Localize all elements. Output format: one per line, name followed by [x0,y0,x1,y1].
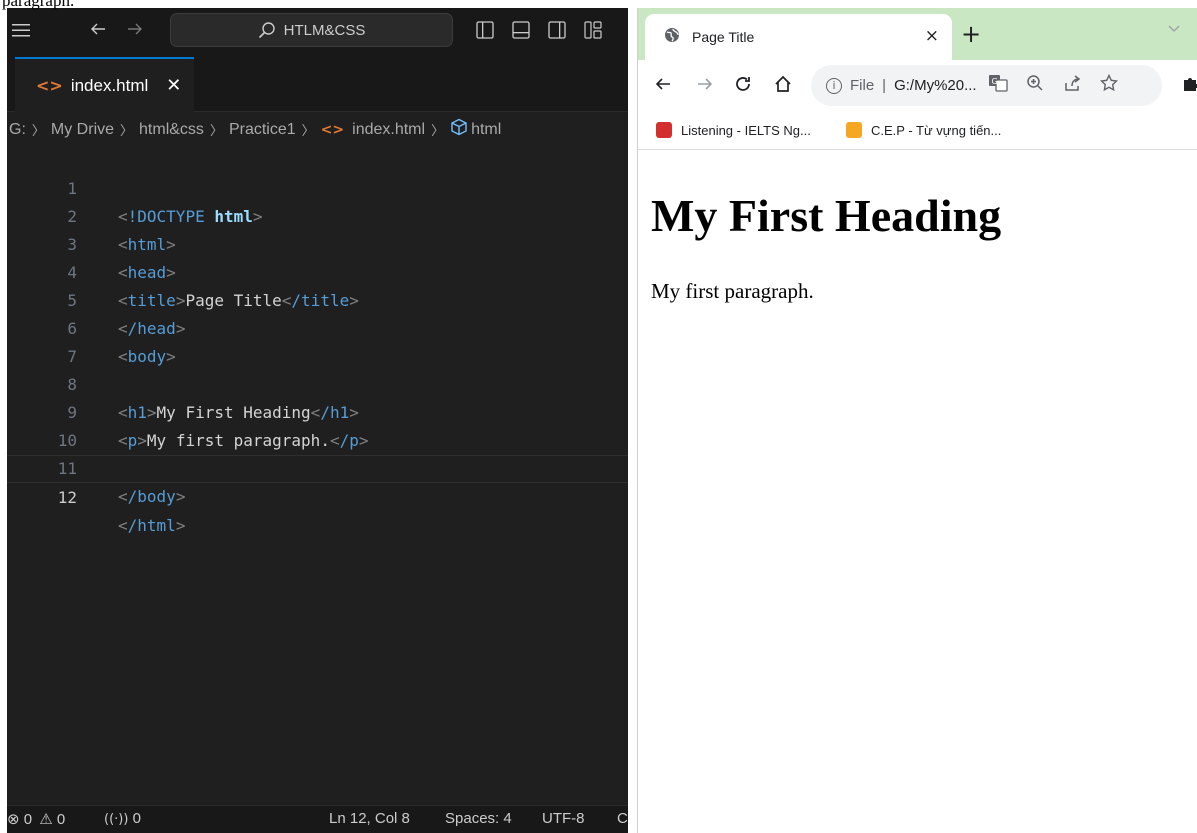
tag-name: /body [127,487,176,506]
page-paragraph: My first paragraph. [651,279,814,303]
reload-icon[interactable] [734,75,752,97]
screen: paragraph. HTLM&CSS <> index.html ✕ G: 〉… [0,0,1197,833]
vscode-window: HTLM&CSS <> index.html ✕ G: 〉 My Drive 〉… [7,8,628,833]
bookmark-label: C.E.P - Từ vựng tiến... [871,122,1002,138]
error-icon: ⊗ [7,810,20,828]
code-line: 2 <html> [7,175,628,254]
editor-tabbar: <> index.html ✕ [7,57,628,112]
command-center-search[interactable]: HTLM&CSS [170,13,453,47]
breadcrumb-folder[interactable]: html&css [139,121,204,139]
chevron-right-icon: 〉 [31,124,45,139]
html-file-icon: <> [36,76,63,95]
broadcast-icon: ((·)) [104,812,129,827]
ports-count: 0 [132,810,141,827]
home-icon[interactable] [774,75,792,97]
document-fragment-text: paragraph. [2,0,75,10]
current-code-line: 12 </html> [7,455,628,535]
code-line: 1 <!DOCTYPE html> [7,147,628,226]
forward-arrow-icon[interactable] [696,75,714,97]
code-line: 4 <title>Page Title</title> [7,231,628,310]
chevron-right-icon: 〉 [120,124,134,139]
page-heading: My First Heading [651,190,1002,241]
back-arrow-icon[interactable] [90,21,106,40]
code-line: 7 [7,315,628,366]
translate-icon[interactable]: G [988,74,1008,97]
toggle-primary-sidebar-icon[interactable] [476,21,494,39]
share-icon[interactable] [1063,74,1081,97]
search-icon [258,22,275,39]
chrome-tabstrip: Page Title × + [638,8,1197,60]
menu-icon[interactable] [12,22,30,41]
cep-favicon-icon [846,122,862,138]
url-scheme: File [850,77,875,94]
code-editor[interactable]: 1 <!DOCTYPE html> 2 <html> 3 <head> 4 <t… [7,147,628,813]
chevron-right-icon: 〉 [209,124,223,139]
bookmark-item[interactable]: Listening - IELTS Ng... [656,122,811,138]
zoom-icon[interactable] [1026,74,1044,97]
encoding[interactable]: UTF-8 [542,810,585,827]
chevron-right-icon: 〉 [431,124,445,139]
document-fragment: paragraph. [0,0,80,10]
ielts-favicon-icon [656,122,672,138]
customize-layout-icon[interactable] [584,21,602,39]
chrome-window: Page Title × + i File | G:/My%20... G Li… [637,8,1197,833]
problems-indicator[interactable]: ⊗ 0 ⚠ 0 [7,810,65,828]
code-line: 9 <p>My first paragraph.</p> [7,371,628,450]
eol[interactable]: CI [617,810,628,827]
error-count: 0 [23,811,33,828]
html-file-icon: <> [320,121,345,138]
breadcrumb-my-drive[interactable]: My Drive [51,121,114,139]
breadcrumb-subfolder[interactable]: Practice1 [229,121,296,139]
status-bar: ⊗ 0 ⚠ 0 ((·)) 0 Ln 12, Col 8 Spaces: 4 U… [7,805,628,833]
breadcrumb-file[interactable]: index.html [352,121,425,139]
close-tab-icon[interactable]: × [925,26,939,46]
bookmarks-bar: Listening - IELTS Ng... C.E.P - Từ vựng … [638,112,1197,150]
code-line: 11 </body> [7,427,628,506]
url-text: G:/My%20... [894,77,977,94]
symbol-element-icon [450,118,468,141]
bookmark-label: Listening - IELTS Ng... [681,122,811,138]
forward-arrow-icon[interactable] [127,21,143,40]
tab-label: index.html [70,75,149,95]
chevron-down-icon[interactable] [1168,20,1180,38]
code-line: 10 [7,399,628,450]
window-divider [628,0,637,833]
indentation[interactable]: Spaces: 4 [445,810,512,827]
chrome-toolbar: i File | G:/My%20... G [638,60,1197,112]
url-separator: | [882,77,887,94]
tab-index-html[interactable]: <> index.html ✕ [15,57,194,112]
chrome-tab[interactable]: Page Title × [645,14,952,60]
breadcrumb-drive[interactable]: G: [9,121,26,139]
tag-name: /html [127,516,176,535]
warning-icon: ⚠ [39,810,53,828]
breadcrumb: G: 〉 My Drive 〉 html&css 〉 Practice1 〉 <… [7,112,628,147]
extensions-puzzle-icon[interactable] [1182,74,1197,97]
info-icon[interactable]: i [826,77,842,94]
bookmark-item[interactable]: C.E.P - Từ vựng tiến... [846,122,1001,138]
toggle-secondary-sidebar-icon[interactable] [548,21,566,39]
back-arrow-icon[interactable] [654,75,672,97]
code-line: 6 <body> [7,287,628,366]
globe-icon [664,27,680,48]
line-number: 12 [57,488,77,507]
code-line: 8 <h1>My First Heading</h1> [7,343,628,422]
ports-indicator[interactable]: ((·)) 0 [104,810,141,827]
breadcrumb-symbol[interactable]: html [471,121,501,139]
cursor-position[interactable]: Ln 12, Col 8 [329,810,410,827]
close-tab-icon[interactable]: ✕ [166,75,181,96]
toggle-panel-icon[interactable] [512,21,530,39]
chevron-right-icon: 〉 [301,124,315,139]
web-page-content: My First Heading My first paragraph. [638,151,1197,833]
svg-text:G: G [992,77,998,86]
tab-title: Page Title [692,29,755,45]
bookmark-star-icon[interactable] [1099,73,1119,97]
warning-count: 0 [56,811,66,828]
code-line: 3 <head> [7,203,628,282]
code-line: 5 </head> [7,259,628,338]
command-center-label: HTLM&CSS [283,21,366,39]
new-tab-button[interactable]: + [961,22,981,46]
vscode-titlebar: HTLM&CSS [7,8,628,57]
